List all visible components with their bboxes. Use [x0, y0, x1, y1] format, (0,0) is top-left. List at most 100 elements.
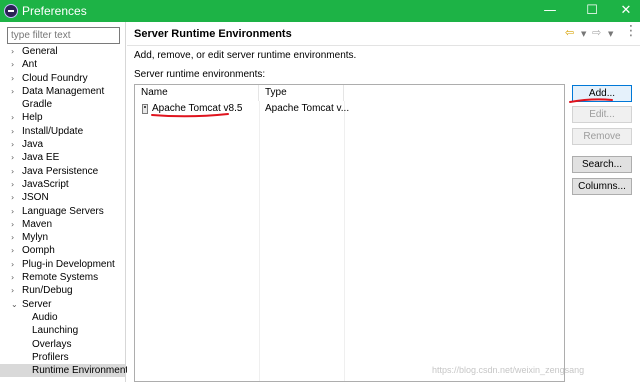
- sidebar-item[interactable]: Gradle: [0, 98, 126, 111]
- header-separator: [127, 45, 640, 46]
- sidebar-item[interactable]: › Help: [0, 111, 126, 124]
- sidebar-item-label: Remote Systems: [22, 272, 99, 284]
- sidebar-item-label: Runtime Environments: [32, 365, 134, 377]
- column-divider: [259, 101, 260, 381]
- column-header-type[interactable]: Type: [259, 85, 344, 101]
- sidebar-item-label: Ant: [22, 59, 38, 71]
- sidebar-item[interactable]: › Java Persistence: [0, 165, 126, 178]
- sidebar-item[interactable]: Launching: [0, 324, 126, 337]
- page-title: Server Runtime Environments: [134, 28, 292, 40]
- chevron-right-icon[interactable]: ›: [11, 151, 14, 164]
- title-bar[interactable]: Preferences — ☐ ✕: [0, 0, 640, 22]
- column-divider: [344, 101, 345, 381]
- close-button[interactable]: ✕: [606, 0, 640, 22]
- chevron-right-icon[interactable]: ›: [11, 165, 14, 178]
- sidebar-item-label: Audio: [32, 311, 58, 323]
- sidebar-item[interactable]: › Java EE: [0, 151, 126, 164]
- chevron-right-icon[interactable]: ›: [11, 125, 14, 138]
- sidebar-item[interactable]: › Cloud Foundry: [0, 72, 126, 85]
- sidebar-item[interactable]: › Java: [0, 138, 126, 151]
- chevron-right-icon[interactable]: ›: [11, 138, 14, 151]
- sidebar-item-label: Server: [22, 298, 52, 310]
- chevron-right-icon[interactable]: ›: [11, 218, 14, 231]
- sidebar-item-label: Oomph: [22, 245, 55, 257]
- sidebar-item-label: Help: [22, 112, 43, 124]
- sidebar-item-label: Maven: [22, 218, 53, 230]
- edit-button[interactable]: Edit...: [572, 106, 632, 123]
- chevron-right-icon[interactable]: ›: [11, 191, 14, 204]
- sidebar-item-label: JavaScript: [22, 178, 69, 190]
- sidebar-item-label: JSON: [22, 192, 49, 204]
- watermark: https://blog.csdn.net/weixin_zengsang: [432, 365, 585, 375]
- sidebar-item[interactable]: › Run/Debug: [0, 284, 126, 297]
- sidebar-item-label: Java Persistence: [22, 165, 99, 177]
- sidebar-item[interactable]: Runtime Environments: [0, 364, 133, 378]
- sidebar-item[interactable]: › Remote Systems: [0, 271, 126, 284]
- chevron-right-icon[interactable]: ›: [11, 58, 14, 71]
- filter-input[interactable]: [7, 27, 120, 44]
- back-arrow-icon[interactable]: ⇦: [565, 26, 574, 39]
- sidebar-item[interactable]: Profilers: [0, 351, 126, 364]
- chevron-right-icon[interactable]: ›: [11, 178, 14, 191]
- chevron-right-icon[interactable]: ›: [11, 244, 14, 257]
- sidebar-item-label: Mylyn: [22, 232, 49, 244]
- eclipse-app-icon: [4, 4, 18, 18]
- runtime-table[interactable]: Name Type Apache Tomcat v8.5 Apache Tomc…: [134, 84, 565, 382]
- sidebar-item-label: Gradle: [22, 99, 53, 111]
- search-button[interactable]: Search...: [572, 156, 632, 173]
- sidebar-item[interactable]: Audio: [0, 311, 126, 324]
- chevron-right-icon[interactable]: ›: [11, 85, 14, 98]
- forward-dropdown-icon[interactable]: ▼: [608, 30, 613, 38]
- sidebar-item-label: Install/Update: [22, 125, 84, 137]
- red-underline-annotation: [569, 98, 613, 103]
- runtime-list-label: Server runtime environments:: [134, 69, 266, 80]
- sidebar-item[interactable]: › Oomph: [0, 244, 126, 257]
- sidebar-item-label: Cloud Foundry: [22, 72, 88, 84]
- sidebar-item[interactable]: › JSON: [0, 191, 126, 204]
- window-title: Preferences: [22, 4, 87, 18]
- columns-button[interactable]: Columns...: [572, 178, 632, 195]
- chevron-right-icon[interactable]: ›: [11, 271, 14, 284]
- sidebar-item[interactable]: › Language Servers: [0, 205, 126, 218]
- sidebar-item[interactable]: ⌄ Server: [0, 298, 126, 311]
- sidebar-item[interactable]: › Mylyn: [0, 231, 126, 244]
- preference-tree: › General › Ant › Cloud Foundry › Data Manageme…: [0, 45, 133, 378]
- sidebar-item[interactable]: › Install/Update: [0, 125, 126, 138]
- chevron-right-icon[interactable]: ›: [11, 111, 14, 124]
- chevron-right-icon[interactable]: ›: [11, 258, 14, 271]
- sidebar-item-label: Java EE: [22, 152, 60, 164]
- sidebar-item-label: Overlays: [32, 338, 72, 350]
- column-header-filler: [344, 85, 565, 101]
- sidebar-item-label: Java: [22, 139, 44, 151]
- sidebar-item-label: General: [22, 46, 58, 57]
- preferences-sidebar: › General › Ant › Cloud Foundry › Data Manageme…: [0, 22, 133, 382]
- runtime-type-cell: Apache Tomcat v...: [265, 103, 350, 114]
- page-description: Add, remove, or edit server runtime envi…: [134, 50, 357, 61]
- sidebar-item[interactable]: › Plug-in Development: [0, 258, 126, 271]
- sidebar-item-label: Language Servers: [22, 205, 104, 217]
- preference-page: Server Runtime Environments ⇦ ▼ ⇨ ▼ ⋮ Ad…: [127, 22, 640, 382]
- forward-arrow-icon[interactable]: ⇨: [592, 26, 601, 39]
- sidebar-item-label: Profilers: [32, 351, 69, 363]
- chevron-right-icon[interactable]: ›: [11, 231, 14, 244]
- sidebar-item-label: Data Management: [22, 85, 105, 97]
- sidebar-item[interactable]: › Maven: [0, 218, 126, 231]
- sidebar-item[interactable]: › JavaScript: [0, 178, 126, 191]
- column-header-name[interactable]: Name: [135, 85, 259, 101]
- sidebar-item-label: Launching: [32, 325, 79, 337]
- chevron-right-icon[interactable]: ›: [11, 205, 14, 218]
- remove-button[interactable]: Remove: [572, 128, 632, 145]
- sidebar-item-label: Plug-in Development: [22, 258, 115, 270]
- sidebar-item[interactable]: › Ant: [0, 58, 126, 71]
- red-underline-annotation: [151, 113, 229, 118]
- minimize-button[interactable]: —: [530, 0, 570, 22]
- chevron-right-icon[interactable]: ›: [11, 45, 14, 58]
- view-menu-icon[interactable]: ⋮: [624, 23, 638, 39]
- chevron-right-icon[interactable]: ›: [11, 284, 14, 297]
- sidebar-item[interactable]: Overlays: [0, 338, 126, 351]
- sidebar-item[interactable]: › General: [0, 45, 126, 58]
- back-dropdown-icon[interactable]: ▼: [581, 30, 586, 38]
- chevron-down-icon[interactable]: ⌄: [11, 298, 18, 311]
- chevron-right-icon[interactable]: ›: [11, 72, 14, 85]
- sidebar-item[interactable]: › Data Management: [0, 85, 126, 98]
